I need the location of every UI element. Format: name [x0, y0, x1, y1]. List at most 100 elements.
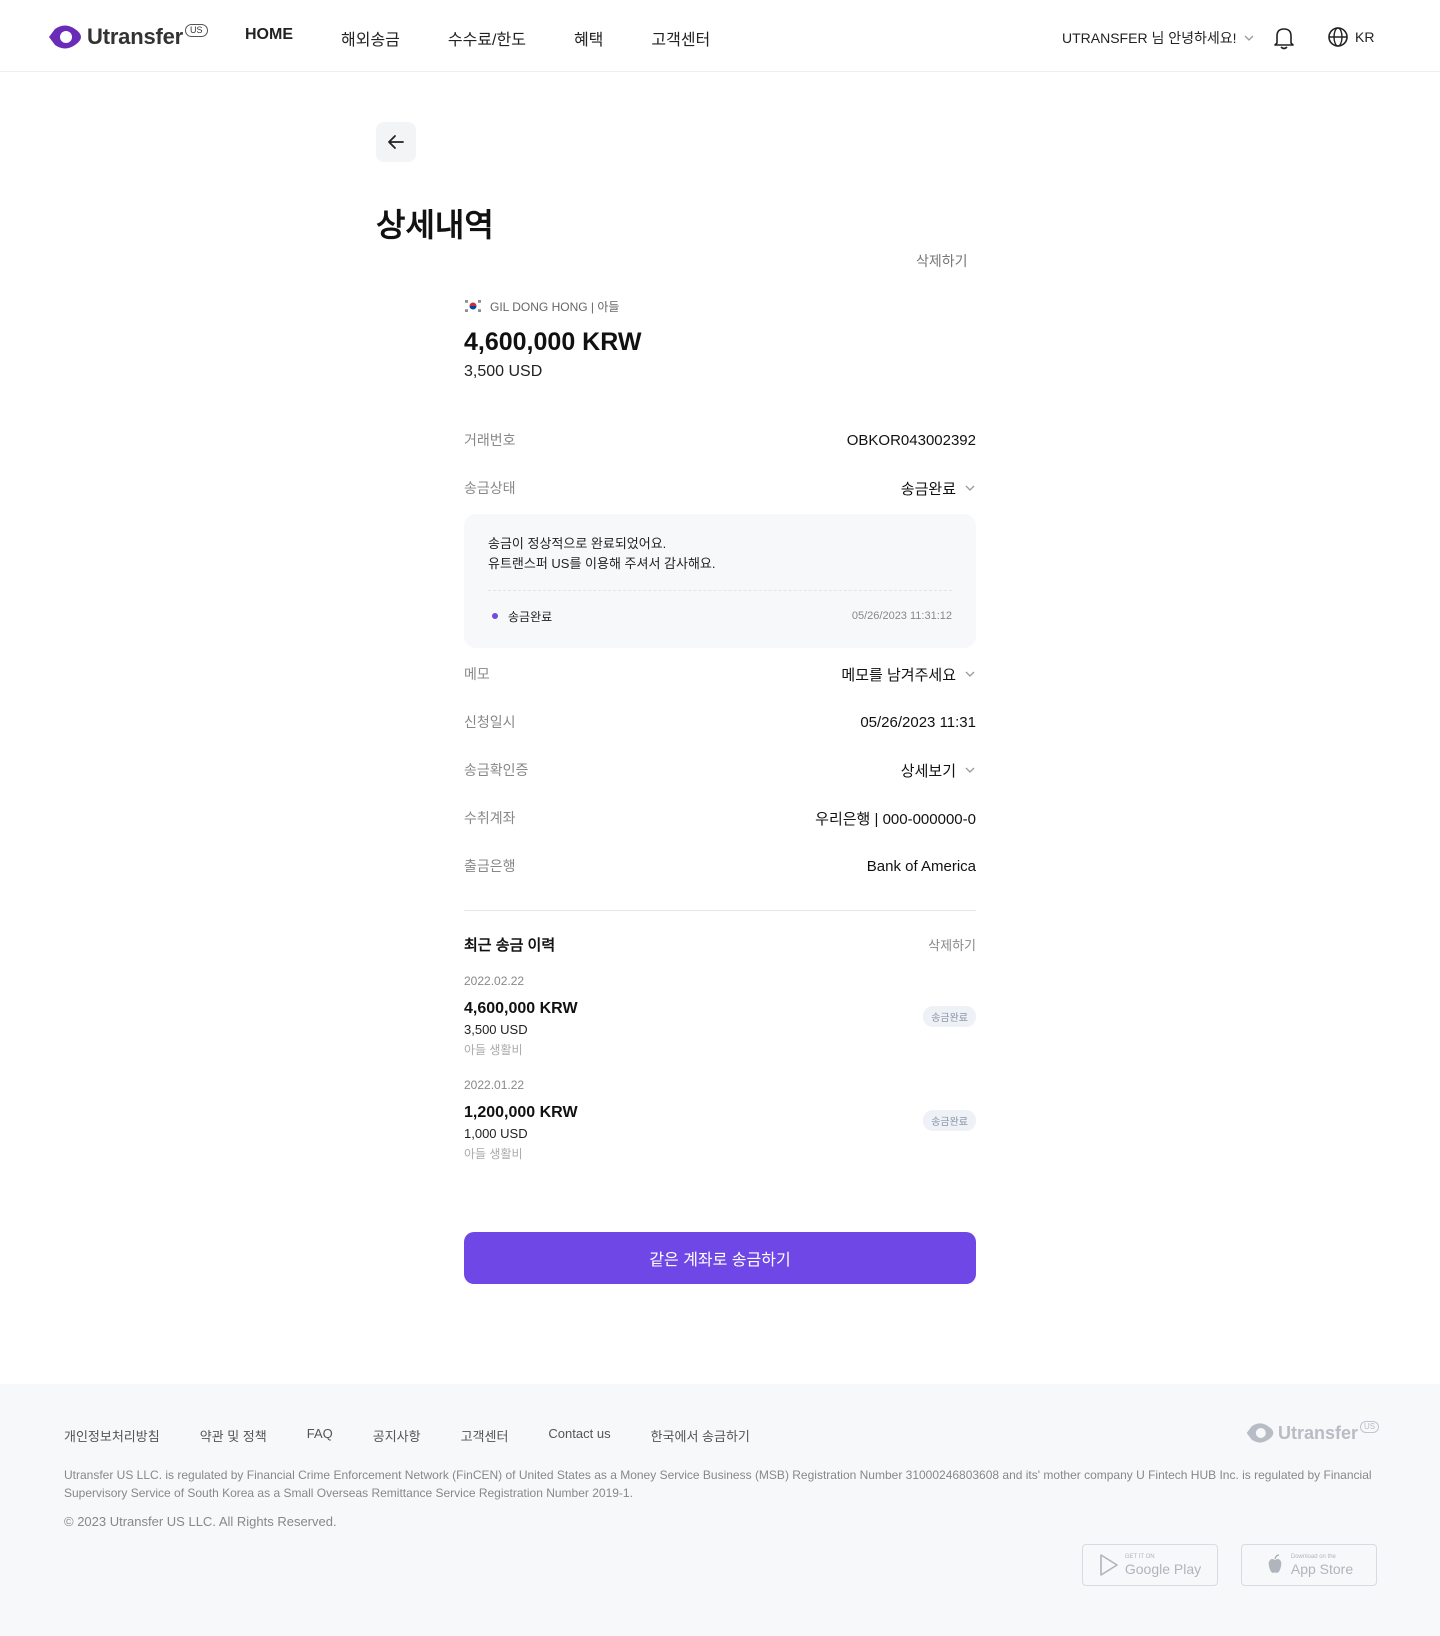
logo-text: Utransfer	[87, 24, 184, 49]
row-withdrawal-bank: 출금은행 Bank of America	[464, 842, 976, 890]
status-badge: 송금완료	[923, 1006, 976, 1027]
request-date: 05/26/2023 11:31	[860, 713, 976, 731]
footer-logo: Utransfer US	[1245, 1421, 1380, 1444]
nav-home[interactable]: HOME	[245, 26, 293, 50]
row-transfer-certificate[interactable]: 송금확인증 상세보기	[464, 746, 976, 794]
chevron-down-icon	[1244, 35, 1253, 41]
row-request-date: 신청일시 05/26/2023 11:31	[464, 698, 976, 746]
row-label: 거래번호	[464, 432, 516, 448]
google-play-icon	[1100, 1554, 1118, 1576]
logo-icon	[1246, 1423, 1274, 1443]
regulation-text: Utransfer US LLC. is regulated by Financ…	[64, 1468, 1372, 1500]
nav-customer-center[interactable]: 고객센터	[651, 26, 710, 50]
detail-rows: 거래번호 OBKOR043002392 송금상태 송금완료 송금이 정상적으로 …	[464, 416, 976, 890]
row-memo[interactable]: 메모 메모를 남겨주세요	[464, 650, 976, 698]
history-date: 2022.02.22	[464, 974, 525, 988]
footer-link-terms[interactable]: 약관 및 정책	[200, 1426, 267, 1445]
memo-toggle[interactable]: 메모를 남겨주세요	[841, 664, 976, 685]
app-store-big: App Store	[1290, 1560, 1354, 1577]
language-selector[interactable]: KR	[1327, 26, 1374, 48]
arrow-left-icon	[388, 135, 404, 149]
footer-link-customer-center[interactable]: 고객센터	[461, 1426, 509, 1445]
language-label: KR	[1355, 29, 1375, 45]
google-play-button[interactable]: GET IT ON Google Play	[1082, 1544, 1218, 1586]
section-divider	[464, 910, 976, 911]
utransfer-logo[interactable]: Utransfer US	[47, 22, 208, 52]
certificate-toggle[interactable]: 상세보기	[901, 760, 976, 781]
status-dot-icon	[492, 613, 498, 619]
footer-logo-badge: US	[1360, 1421, 1380, 1433]
logo-badge: US	[185, 23, 208, 37]
nav-benefits[interactable]: 혜택	[574, 26, 603, 50]
footer-links: 개인정보처리방침 약관 및 정책 FAQ 공지사항 고객센터 Contact u…	[64, 1426, 790, 1445]
chevron-down-icon	[965, 767, 975, 773]
google-play-big: Google Play	[1124, 1560, 1202, 1577]
history-memo: 아들 생활비	[464, 1043, 523, 1057]
row-transfer-status[interactable]: 송금상태 송금완료	[464, 464, 976, 512]
footer-link-contact[interactable]: Contact us	[548, 1426, 610, 1445]
footer-link-notice[interactable]: 공지사항	[373, 1426, 421, 1445]
footer-link-send-from-korea[interactable]: 한국에서 송금하기	[651, 1426, 750, 1445]
history-krw: 4,600,000 KRW	[464, 1000, 578, 1017]
copyright: © 2023 Utransfer US LLC. All Rights Rese…	[64, 1514, 337, 1529]
nav-overseas-transfer[interactable]: 해외송금	[341, 26, 400, 50]
amount-usd: 3,500 USD	[464, 363, 543, 380]
row-label: 신청일시	[464, 714, 516, 730]
history-item[interactable]: 2022.01.22 1,200,000 KRW 1,000 USD 아들 생활…	[464, 1078, 976, 1164]
row-label: 송금상태	[464, 480, 516, 496]
globe-icon	[1328, 27, 1348, 47]
send-same-account-button[interactable]: 같은 계좌로 송금하기	[464, 1232, 976, 1284]
status-detail-box: 송금이 정상적으로 완료되었어요. 유트랜스퍼 US를 이용해 주셔서 감사해요…	[464, 514, 976, 648]
app-store-button[interactable]: Download on the App Store	[1241, 1544, 1377, 1586]
status-message-1: 송금이 정상적으로 완료되었어요.	[488, 536, 667, 551]
footer-link-faq[interactable]: FAQ	[307, 1426, 333, 1445]
footer-logo-text: Utransfer	[1278, 1422, 1359, 1443]
logo-icon	[49, 25, 81, 49]
status-badge: 송금완료	[923, 1110, 976, 1131]
certificate-value: 상세보기	[900, 762, 956, 780]
main-nav: HOME 해외송금 수수료/한도 혜택 고객센터	[245, 26, 758, 50]
history-title: 최근 송금 이력	[464, 936, 556, 954]
memo-value: 메모를 남겨주세요	[841, 666, 956, 684]
nav-fees-limits[interactable]: 수수료/한도	[448, 26, 526, 50]
korea-flag-icon	[464, 299, 482, 313]
row-label: 송금확인증	[464, 762, 529, 778]
app-store-small: Download on the	[1290, 1553, 1336, 1560]
google-play-small: GET IT ON	[1124, 1553, 1155, 1560]
receiving-account: 우리은행 | 000-000000-0	[815, 810, 976, 828]
status-value: 송금완료	[900, 480, 956, 498]
chevron-down-icon	[965, 485, 975, 491]
row-transaction-number: 거래번호 OBKOR043002392	[464, 416, 976, 464]
back-button[interactable]	[376, 122, 416, 162]
user-menu[interactable]: UTRANSFER 님 안녕하세요!	[1062, 28, 1255, 48]
delete-button[interactable]: 삭제하기	[916, 251, 968, 271]
amount-krw: 4,600,000 KRW	[464, 328, 642, 356]
footer-link-privacy[interactable]: 개인정보처리방침	[64, 1426, 160, 1445]
row-receiving-account: 수취계좌 우리은행 | 000-000000-0	[464, 794, 976, 842]
transaction-number: OBKOR043002392	[846, 431, 976, 449]
recipient-name: GIL DONG HONG | 아들	[490, 299, 620, 314]
bell-icon[interactable]	[1273, 26, 1295, 50]
history-delete-button[interactable]: 삭제하기	[928, 935, 976, 954]
row-label: 메모	[464, 666, 490, 682]
status-message-2: 유트랜스퍼 US를 이용해 주셔서 감사해요.	[488, 556, 716, 571]
apple-icon	[1268, 1554, 1282, 1573]
top-header: Utransfer US HOME 해외송금 수수료/한도 혜택 고객센터 UT…	[0, 0, 1440, 72]
history-header: 최근 송금 이력 삭제하기	[464, 932, 976, 956]
history-krw: 1,200,000 KRW	[464, 1104, 578, 1121]
status-toggle[interactable]: 송금완료	[901, 478, 976, 499]
row-label: 출금은행	[464, 858, 516, 874]
withdrawal-bank: Bank of America	[866, 857, 976, 875]
status-step: 송금완료 05/26/2023 11:31:12	[488, 591, 952, 641]
row-label: 수취계좌	[464, 810, 516, 826]
history-usd: 1,000 USD	[464, 1126, 528, 1141]
recent-history: 최근 송금 이력 삭제하기 2022.02.22 4,600,000 KRW 3…	[464, 932, 976, 1164]
step-time: 05/26/2023 11:31:12	[851, 610, 952, 622]
chevron-down-icon	[965, 671, 975, 677]
transfer-summary: GIL DONG HONG | 아들 4,600,000 KRW 3,500 U…	[464, 296, 976, 381]
history-item[interactable]: 2022.02.22 4,600,000 KRW 3,500 USD 아들 생활…	[464, 974, 976, 1060]
step-label: 송금완료	[508, 609, 553, 624]
history-date: 2022.01.22	[464, 1078, 525, 1092]
recipient-line: GIL DONG HONG | 아들	[464, 296, 976, 316]
footer: 개인정보처리방침 약관 및 정책 FAQ 공지사항 고객센터 Contact u…	[0, 1384, 1440, 1636]
